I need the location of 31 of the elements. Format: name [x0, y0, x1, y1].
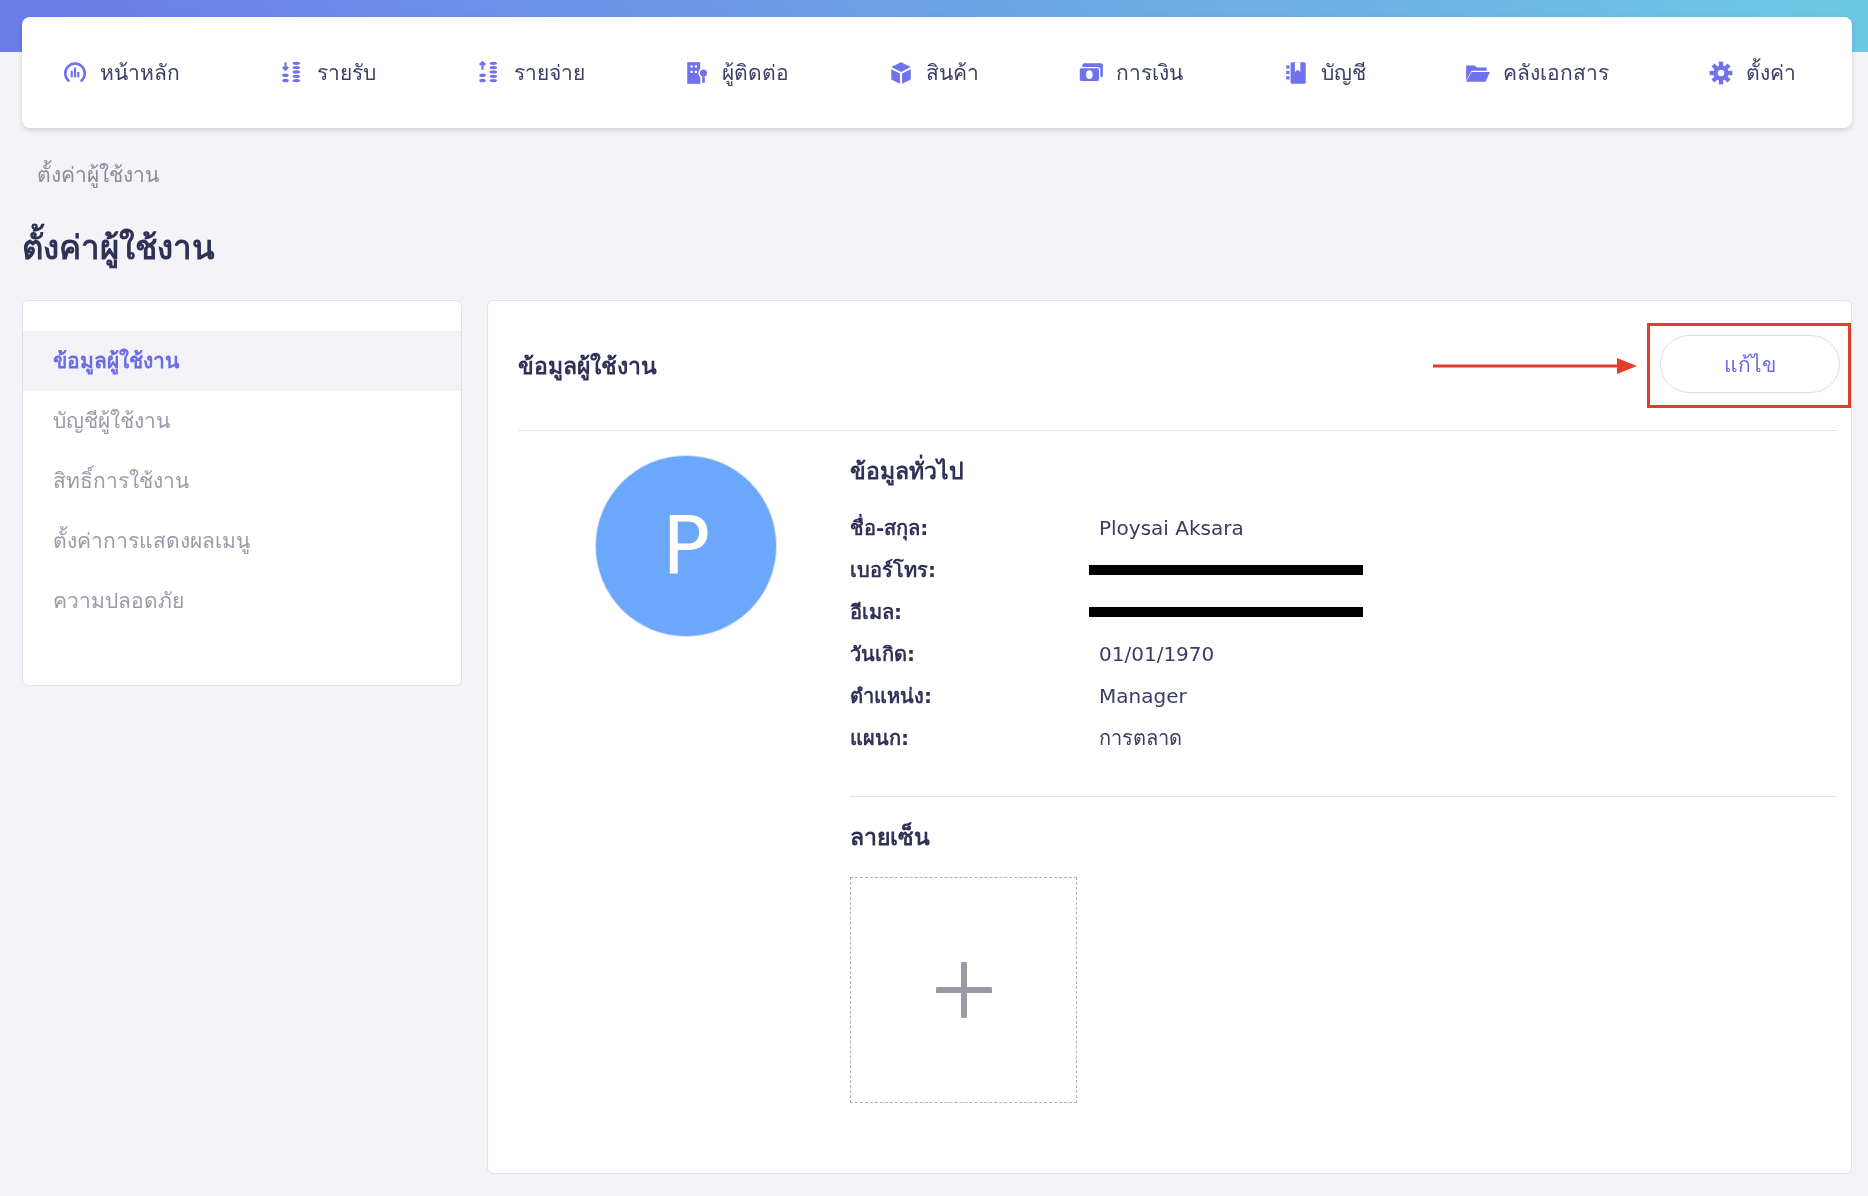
nav-item[interactable]: รายรับ — [279, 56, 377, 89]
section-heading: ข้อมูลทั่วไป — [850, 453, 1837, 493]
nav-item[interactable]: สินค้า — [888, 56, 979, 89]
breadcrumb: ตั้งค่าผู้ใช้งาน — [37, 158, 1852, 191]
field-label: ตำแหน่ง: — [850, 683, 933, 710]
avatar: P — [596, 456, 776, 636]
field-value: การตลาด — [1099, 725, 1183, 752]
field-label: อีเมล: — [850, 599, 903, 626]
box-icon — [888, 59, 914, 86]
field-value: 01/01/1970 — [1099, 642, 1216, 666]
field-value: Manager — [1099, 684, 1188, 708]
field-label: วันเกิด: — [850, 641, 916, 668]
section-heading: ลายเซ็น — [850, 821, 931, 852]
sidebar-item[interactable]: ข้อมูลผู้ใช้งาน — [23, 331, 461, 391]
nav-item[interactable]: ผู้ติดต่อ — [683, 56, 789, 89]
nav-item[interactable]: คลังเอกสาร — [1464, 56, 1609, 89]
nav-item[interactable]: บัญชี — [1282, 56, 1366, 89]
edit-button[interactable]: แก้ไข — [1660, 335, 1840, 393]
nav-item[interactable]: รายจ่าย — [475, 56, 585, 89]
field-value: Ploysai Aksara — [1099, 516, 1245, 540]
panel-title: ข้อมูลผู้ใช้งาน — [518, 351, 658, 383]
field-label: ชื่อ-สกุล: — [850, 513, 930, 543]
page-title: ตั้งค่าผู้ใช้งาน — [22, 221, 1852, 274]
plus-icon — [935, 962, 992, 1018]
nav-item[interactable]: ตั้งค่า — [1708, 56, 1796, 89]
settings-icon — [1708, 59, 1734, 86]
field-label: แผนก: — [850, 725, 910, 752]
nav-item[interactable]: การเงิน — [1078, 56, 1184, 89]
field-label: เบอร์โทร: — [850, 557, 937, 584]
signature-upload-box[interactable] — [850, 877, 1077, 1103]
nav-item[interactable]: หน้าหลัก — [62, 56, 180, 89]
